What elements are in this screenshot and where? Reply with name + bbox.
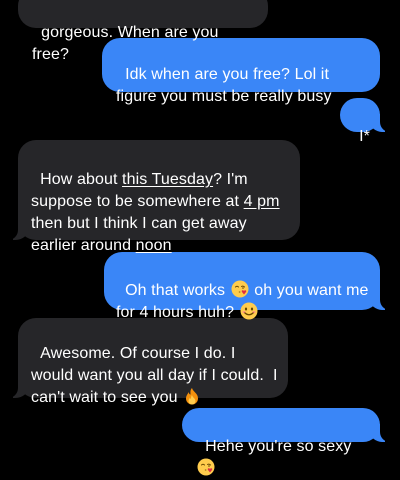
- face-blowing-kiss-emoji: [197, 458, 215, 476]
- incoming-message-bubble[interactable]: How about this Tuesday? I'm suppose to b…: [8, 140, 300, 254]
- message-text: Awesome. Of course I do. I would want yo…: [31, 345, 283, 406]
- message-text: I*: [359, 128, 370, 145]
- message-text: Hehe you're so sexy: [196, 438, 356, 477]
- message-text: How about this Tuesday? I'm suppose to b…: [31, 171, 285, 254]
- message-text: Oh that works oh you want me for 4 hours…: [116, 280, 374, 321]
- time-link-noon[interactable]: noon: [136, 237, 172, 254]
- incoming-message-bubble[interactable]: Awesome. Of course I do. I would want yo…: [8, 318, 288, 406]
- outgoing-message-bubble[interactable]: Idk when are you free? Lol it figure you…: [102, 38, 380, 105]
- outgoing-message-bubble[interactable]: Hehe you're so sexy: [182, 408, 390, 476]
- incoming-message-bubble[interactable]: gorgeous. When are you free?: [18, 0, 268, 63]
- time-link-4-pm[interactable]: 4 pm: [244, 193, 280, 210]
- fire-emoji: [186, 388, 199, 405]
- date-link-this-tuesday[interactable]: this Tuesday: [122, 171, 213, 188]
- face-blowing-kiss-emoji: [231, 280, 249, 298]
- message-text: Idk when are you free? Lol it figure you…: [116, 66, 334, 105]
- outgoing-message-bubble[interactable]: Oh that works oh you want me for 4 hours…: [104, 252, 390, 321]
- smiling-face-emoji: [240, 302, 258, 320]
- outgoing-message-bubble[interactable]: I*: [340, 98, 390, 145]
